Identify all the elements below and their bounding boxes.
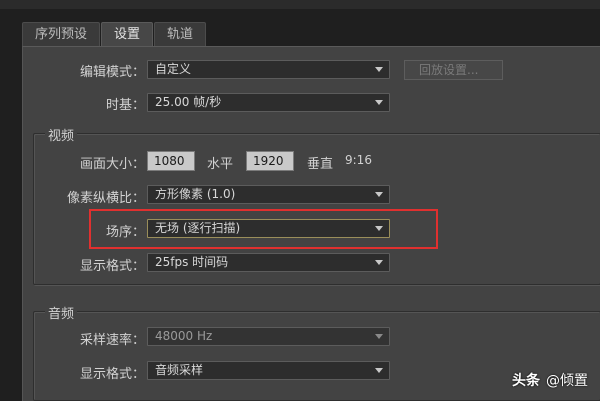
video-section-label: 视频 — [45, 125, 78, 144]
frame-width-input[interactable]: 1080 — [147, 151, 195, 171]
chevron-down-icon — [375, 334, 383, 339]
video-display-format-label: 显示格式： — [79, 259, 145, 274]
watermark: 头条 @倾置 — [512, 370, 588, 390]
video-display-format-dropdown[interactable]: 25fps 时间码 — [147, 253, 390, 272]
watermark-brand: 头条 — [512, 373, 540, 389]
horizontal-label: 水平 — [207, 157, 234, 172]
frame-size-label: 画面大小： — [79, 157, 145, 172]
audio-display-format-value: 音频采样 — [155, 363, 204, 377]
chevron-down-icon — [375, 67, 383, 72]
video-display-format-value: 25fps 时间码 — [155, 255, 229, 269]
tab-settings[interactable]: 设置 — [101, 22, 154, 47]
frame-height-input[interactable]: 1920 — [246, 151, 294, 171]
audio-display-format-label: 显示格式： — [79, 367, 145, 382]
top-bar — [0, 0, 600, 9]
aspect-ratio-value: 9:16 — [345, 153, 372, 167]
tab-tracks[interactable]: 轨道 — [154, 22, 207, 46]
sample-rate-label: 采样速率： — [79, 333, 145, 348]
chevron-down-icon — [375, 226, 383, 231]
pixel-aspect-value: 方形像素 (1.0) — [155, 187, 236, 201]
timebase-value: 25.00 帧/秒 — [155, 95, 222, 109]
chevron-down-icon — [375, 100, 383, 105]
playback-settings-button[interactable]: 回放设置... — [404, 60, 503, 80]
edit-mode-value: 自定义 — [155, 62, 192, 76]
tab-bar: 序列预设 设置 轨道 — [22, 22, 207, 47]
sample-rate-dropdown[interactable]: 48000 Hz — [147, 327, 390, 346]
chevron-down-icon — [375, 192, 383, 197]
sample-rate-value: 48000 Hz — [155, 329, 213, 343]
pixel-aspect-dropdown[interactable]: 方形像素 (1.0) — [147, 185, 390, 204]
vertical-label: 垂直 — [307, 157, 334, 172]
pixel-aspect-label: 像素纵横比： — [66, 191, 145, 206]
tab-sequence-presets[interactable]: 序列预设 — [22, 22, 101, 46]
audio-section-label: 音频 — [45, 303, 78, 322]
edit-mode-label: 编辑模式： — [79, 65, 145, 80]
chevron-down-icon — [375, 260, 383, 265]
watermark-text: @倾置 — [546, 373, 588, 389]
field-order-dropdown[interactable]: 无场 (逐行扫描) — [147, 219, 390, 238]
chevron-down-icon — [375, 368, 383, 373]
field-order-label: 场序： — [105, 225, 145, 240]
timebase-label: 时基： — [105, 98, 145, 113]
audio-display-format-dropdown[interactable]: 音频采样 — [147, 361, 390, 380]
timebase-dropdown[interactable]: 25.00 帧/秒 — [147, 93, 390, 112]
field-order-value: 无场 (逐行扫描) — [155, 221, 241, 235]
edit-mode-dropdown[interactable]: 自定义 — [147, 60, 390, 79]
